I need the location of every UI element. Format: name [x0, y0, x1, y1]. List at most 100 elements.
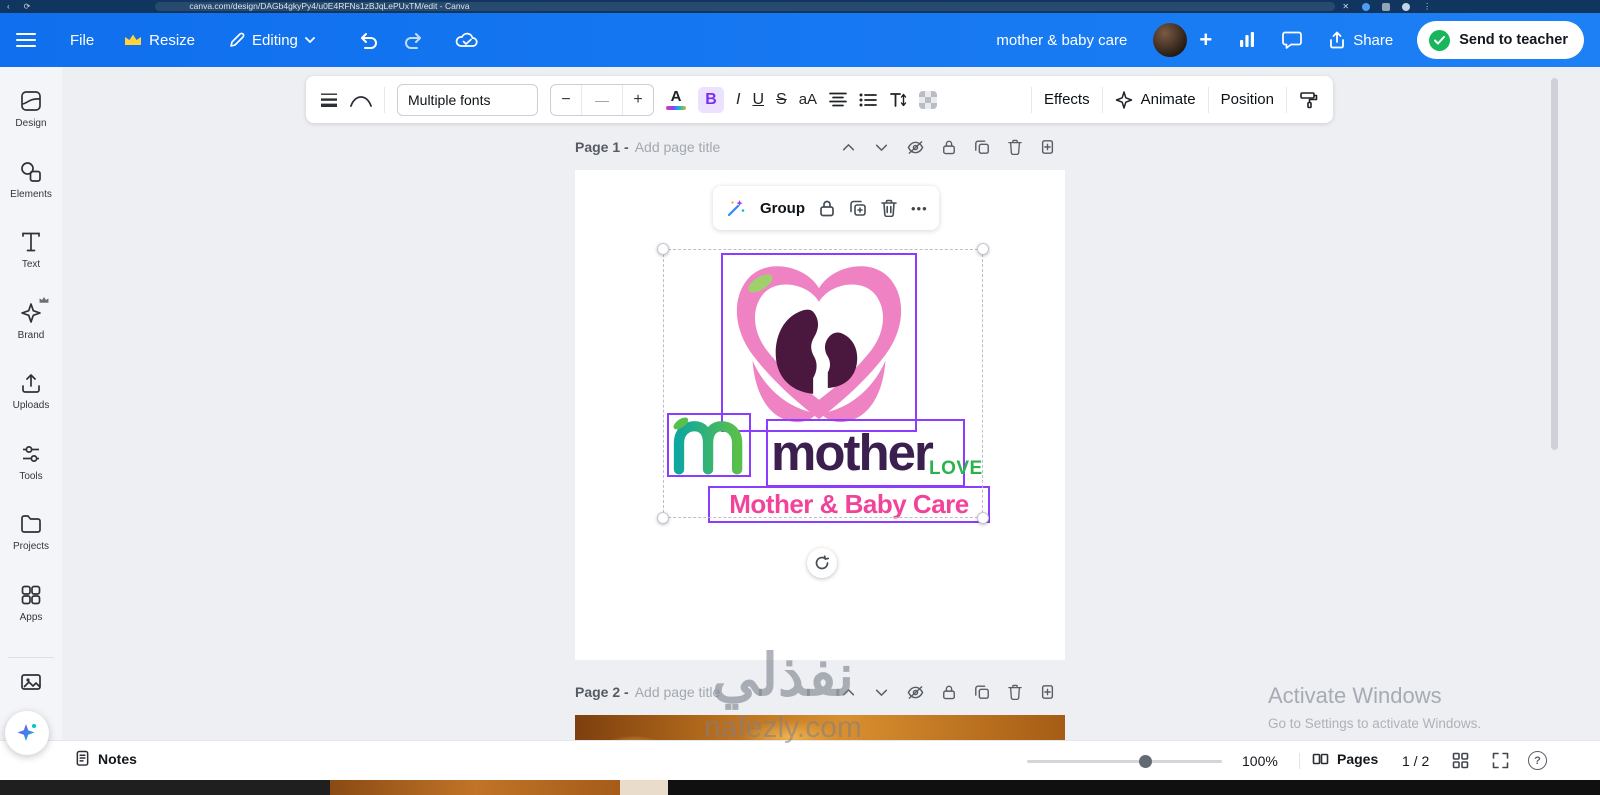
zoom-slider[interactable] — [1027, 760, 1222, 763]
browser-bookmark-icon[interactable] — [1382, 2, 1391, 11]
help-button[interactable]: ? — [1528, 751, 1547, 770]
rotate-handle[interactable] — [807, 548, 837, 578]
redo-icon — [404, 33, 421, 49]
lock-button[interactable] — [819, 199, 835, 217]
pages-button[interactable]: Pages — [1312, 751, 1378, 767]
page2-add-page-icon[interactable] — [1040, 684, 1055, 700]
sidebar-item-projects[interactable]: Projects — [0, 512, 62, 552]
browser-close-tab-icon[interactable]: ✕ — [1342, 0, 1349, 13]
sidebar-item-uploads[interactable]: Uploads — [0, 371, 62, 411]
grid-view-button[interactable] — [1452, 752, 1469, 769]
text-icon — [22, 232, 40, 252]
zoom-level[interactable]: 100% — [1242, 753, 1278, 769]
copy-style-button[interactable] — [1299, 91, 1319, 109]
sidebar-item-design[interactable]: Design — [0, 89, 62, 129]
add-member-button[interactable]: + — [1199, 27, 1212, 53]
page2-move-up-icon[interactable] — [841, 685, 856, 700]
tools-icon — [23, 446, 39, 462]
line-curve-icon[interactable] — [350, 92, 372, 108]
insights-button[interactable] — [1238, 31, 1256, 49]
underline-button[interactable]: U — [752, 91, 764, 109]
italic-button[interactable]: I — [736, 91, 740, 109]
font-size-value[interactable]: — — [581, 84, 623, 115]
page1-hide-icon[interactable] — [907, 140, 924, 155]
browser-refresh-icon[interactable]: ⟳ — [24, 0, 31, 13]
page1-move-down-icon[interactable] — [874, 140, 889, 155]
page1-delete-icon[interactable] — [1008, 139, 1022, 155]
file-menu[interactable]: File — [70, 32, 94, 49]
browser-menu-icon[interactable]: ⋮ — [1423, 0, 1431, 13]
page1-add-page-icon[interactable] — [1040, 139, 1055, 155]
folder-icon — [21, 515, 41, 533]
font-size-decrease-button[interactable]: − — [551, 85, 581, 115]
page1-title-input[interactable]: Add page title — [635, 139, 721, 155]
main-menu-button[interactable] — [16, 32, 36, 48]
comments-button[interactable] — [1282, 31, 1303, 49]
sidebar-item-tools[interactable]: Tools — [0, 442, 62, 482]
canvas-scrollbar[interactable] — [1551, 78, 1558, 450]
sparkle-icon — [1115, 90, 1132, 109]
undo-button[interactable] — [357, 31, 379, 49]
page2-title-input[interactable]: Add page title — [635, 684, 721, 700]
browser-profile-avatar[interactable] — [1402, 2, 1411, 11]
page1-move-up-icon[interactable] — [841, 140, 856, 155]
more-options-button[interactable]: ••• — [911, 201, 928, 216]
logo-love-text[interactable]: LOVE — [929, 458, 983, 480]
browser-extension-icon[interactable] — [1362, 2, 1371, 11]
position-button[interactable]: Position — [1221, 91, 1274, 108]
share-button[interactable]: Share — [1328, 31, 1393, 49]
fullscreen-icon — [1492, 752, 1509, 769]
page2-lock-icon[interactable] — [942, 684, 956, 700]
sidebar-item-elements[interactable]: Elements — [0, 160, 62, 200]
bold-button[interactable]: B — [698, 86, 724, 113]
font-size-increase-button[interactable]: + — [623, 85, 653, 115]
page2-duplicate-icon[interactable] — [974, 684, 990, 700]
resize-handle-bottom-right[interactable] — [977, 512, 989, 524]
send-to-teacher-button[interactable]: Send to teacher — [1417, 21, 1584, 59]
browser-back-icon[interactable]: ‹ — [7, 0, 10, 13]
logo-m-mark[interactable] — [667, 413, 751, 477]
resize-handle-bottom-left[interactable] — [657, 512, 669, 524]
sidebar-item-brand[interactable]: Brand — [0, 296, 62, 341]
document-title[interactable]: mother & baby care — [996, 32, 1127, 49]
font-family-dropdown[interactable]: Multiple fonts — [397, 83, 538, 116]
page1-lock-icon[interactable] — [942, 139, 956, 155]
bullet-list-icon[interactable] — [859, 93, 877, 107]
resize-button[interactable]: Resize — [124, 32, 195, 49]
resize-handle-top-right[interactable] — [977, 243, 989, 255]
fullscreen-button[interactable] — [1492, 752, 1509, 769]
address-bar[interactable]: canva.com/design/DAGb4gkyPy4/u0E4RFNs1zB… — [155, 2, 1336, 11]
stroke-weight-icon[interactable] — [320, 92, 338, 108]
page1-duplicate-icon[interactable] — [974, 139, 990, 155]
group-button[interactable]: Group — [760, 200, 805, 217]
magic-edit-button[interactable] — [726, 198, 746, 218]
vertical-text-icon[interactable] — [889, 92, 907, 108]
strikethrough-button[interactable]: S — [776, 91, 787, 109]
notes-button[interactable]: Notes — [75, 750, 137, 767]
logo-heart-image[interactable] — [721, 253, 917, 432]
page2-move-down-icon[interactable] — [874, 685, 889, 700]
sidebar-item-text[interactable]: Text — [0, 230, 62, 270]
text-color-button[interactable]: A — [666, 89, 686, 110]
bar-chart-icon — [1240, 32, 1255, 47]
magic-assistant-button[interactable] — [5, 711, 49, 755]
animate-button[interactable]: Animate — [1115, 90, 1196, 109]
pencil-icon — [230, 32, 245, 47]
page2-hide-icon[interactable] — [907, 685, 924, 700]
effects-button[interactable]: Effects — [1044, 91, 1090, 108]
editing-mode-dropdown[interactable]: Editing — [229, 32, 315, 49]
text-case-button[interactable]: aA — [799, 91, 817, 108]
zoom-slider-handle[interactable] — [1139, 755, 1152, 768]
logo-tagline-text[interactable]: Mother & Baby Care — [708, 486, 990, 523]
transparency-button[interactable] — [919, 90, 938, 109]
avatar[interactable] — [1153, 23, 1188, 57]
save-status-button[interactable] — [455, 31, 479, 49]
duplicate-button[interactable] — [849, 199, 867, 217]
text-align-icon[interactable] — [829, 92, 847, 107]
redo-button[interactable] — [403, 31, 425, 49]
sidebar-item-apps[interactable]: Apps — [0, 583, 62, 623]
sidebar-item-photos[interactable] — [0, 670, 62, 694]
page2-delete-icon[interactable] — [1008, 684, 1022, 700]
resize-handle-top-left[interactable] — [657, 243, 669, 255]
delete-button[interactable] — [881, 199, 897, 217]
